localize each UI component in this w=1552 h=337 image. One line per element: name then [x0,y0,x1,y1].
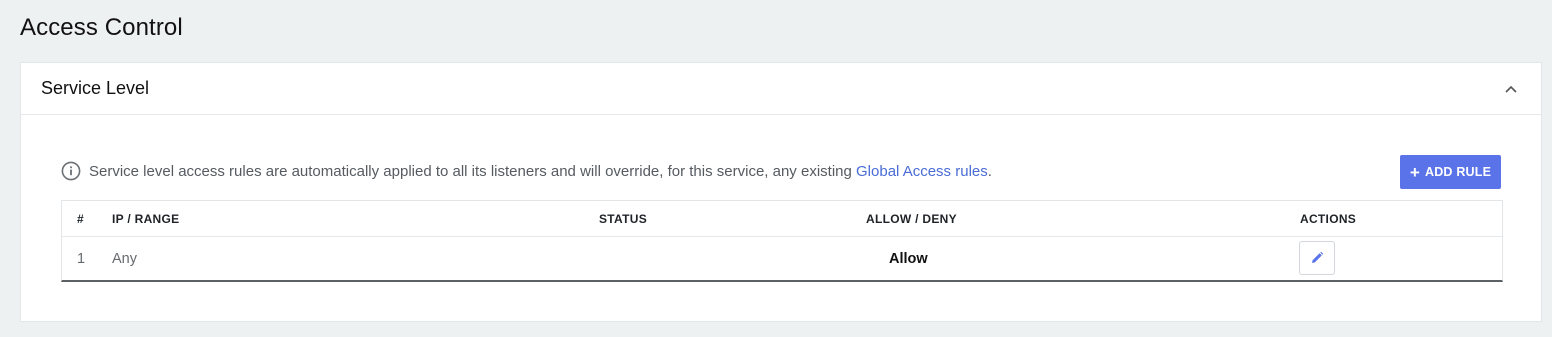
column-header-allow-deny: ALLOW / DENY [866,212,957,226]
info-text: Service level access rules are automatic… [89,162,852,180]
column-header-number: # [77,212,84,226]
row-ip-range: Any [112,251,137,267]
service-level-panel: Service Level Service level access rules… [20,62,1542,322]
add-rule-label: ADD RULE [1424,165,1492,179]
page-title: Access Control [20,14,183,41]
panel-title: Service Level [41,78,150,98]
rules-table: # IP / RANGE STATUS ALLOW / DENY ACTIONS… [61,200,1503,282]
info-suffix: . [987,162,992,180]
info-message: Service level access rules are automatic… [61,161,992,181]
column-header-status: STATUS [599,212,648,226]
pencil-icon [1312,251,1324,263]
table-header: # IP / RANGE STATUS ALLOW / DENY ACTIONS [62,201,1502,237]
edit-rule-button[interactable] [1299,241,1335,275]
row-number: 1 [77,251,86,267]
table-row: 1 Any Allow [62,237,1502,282]
row-allow-deny: Allow [889,251,928,267]
column-header-ip-range: IP / RANGE [112,212,180,226]
chevron-up-icon[interactable] [1501,79,1521,99]
info-icon [61,161,81,181]
panel-header[interactable]: Service Level [21,63,1541,115]
add-rule-button[interactable]: + ADD RULE [1400,155,1501,189]
plus-icon: + [1409,162,1420,182]
column-header-actions: ACTIONS [1300,212,1357,226]
global-access-rules-link[interactable]: Global Access rules [856,163,988,180]
